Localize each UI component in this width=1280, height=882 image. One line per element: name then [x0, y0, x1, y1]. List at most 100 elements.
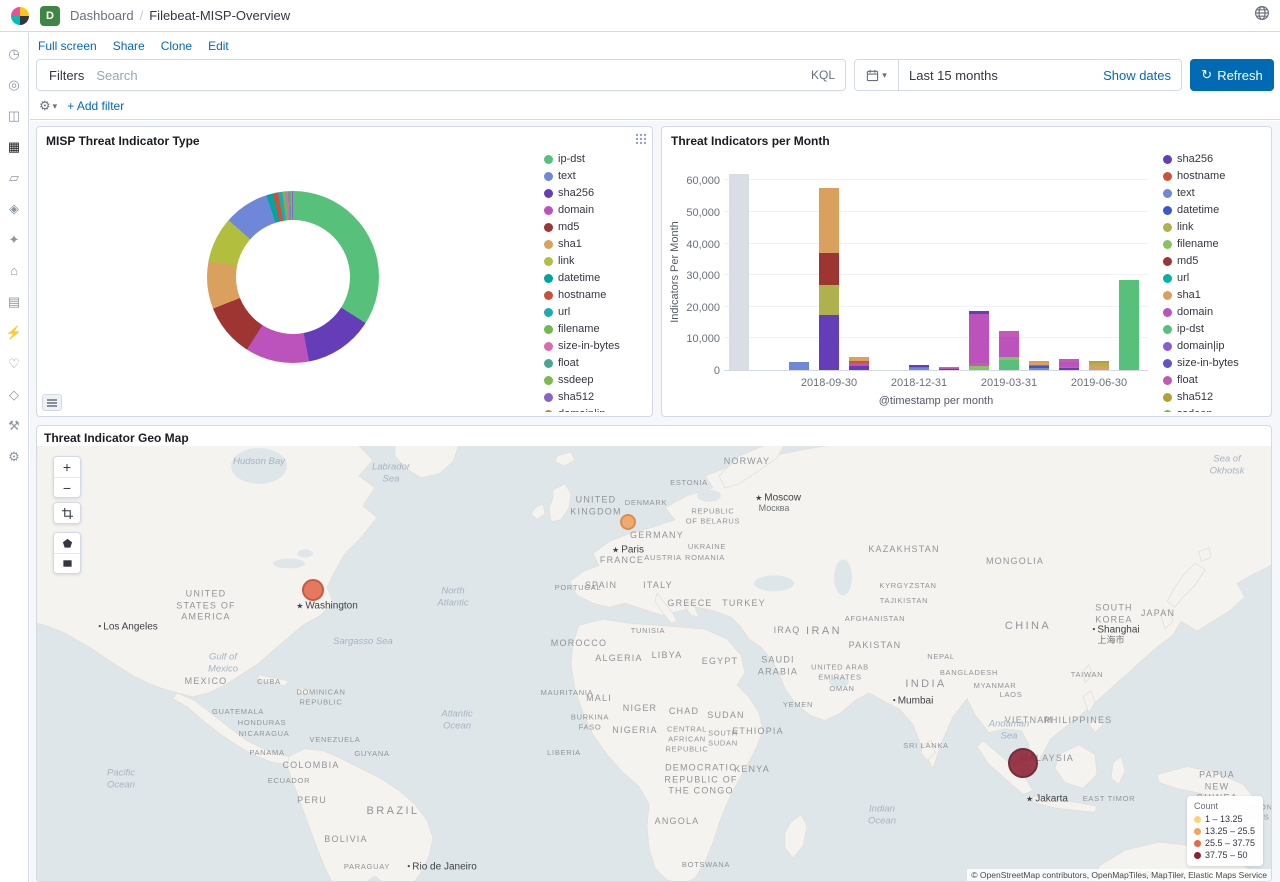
bar-2018-06-30[interactable]	[729, 175, 749, 370]
bar-segment-hostname[interactable]	[849, 361, 869, 363]
legend-item-text[interactable]: text	[544, 170, 646, 182]
legend-item-ip-dst[interactable]: ip-dst	[1163, 323, 1265, 335]
recently-viewed-icon[interactable]: ◷	[5, 45, 23, 63]
bar-segment-domain[interactable]	[849, 363, 869, 366]
bar-2018-09-30[interactable]	[819, 175, 839, 370]
legend-item-float[interactable]: float	[544, 357, 646, 369]
legend-item-link[interactable]: link	[1163, 221, 1265, 233]
bar-segment-ip-dst[interactable]	[1119, 280, 1139, 370]
legend-item-md5[interactable]: md5	[1163, 255, 1265, 267]
bar-segment-float[interactable]	[969, 363, 989, 365]
zoom-out-button[interactable]: −	[54, 477, 80, 497]
bar-segment-text[interactable]	[939, 367, 959, 368]
siem-icon[interactable]: ◇	[5, 386, 23, 404]
threat-bubble[interactable]	[1008, 748, 1038, 778]
bar-segment-sha256[interactable]	[819, 315, 839, 370]
legend-item-link[interactable]: link	[544, 255, 646, 267]
menu-link-share[interactable]: Share	[113, 39, 145, 53]
bar-segment-domain[interactable]	[939, 368, 959, 369]
legend-item-ip-dst[interactable]: ip-dst	[544, 153, 646, 165]
saved-query-menu-button[interactable]: Filters	[37, 68, 96, 83]
bar-segment-sha256[interactable]	[849, 366, 869, 370]
legend-item-size-in-bytes[interactable]: size-in-bytes	[544, 340, 646, 352]
kql-toggle[interactable]: KQL	[801, 68, 845, 82]
bar-segment-sha1[interactable]	[1089, 366, 1109, 370]
legend-item-size-in-bytes[interactable]: size-in-bytes	[1163, 357, 1265, 369]
bar-segment-md5[interactable]	[819, 253, 839, 285]
bar-segment-float[interactable]	[999, 331, 1019, 336]
bar-segment-text[interactable]	[1029, 368, 1049, 370]
bar-2019-06-30[interactable]	[1089, 175, 1109, 370]
legend-toggle-button[interactable]	[42, 394, 62, 411]
dev-tools-icon[interactable]: ⚒	[5, 417, 23, 435]
legend-item-domain[interactable]: domain	[1163, 306, 1265, 318]
bar-2019-01-31[interactable]	[939, 175, 959, 370]
bar-2019-07-31[interactable]	[1119, 175, 1139, 370]
legend-item-ssdeep[interactable]: ssdeep	[1163, 408, 1265, 412]
apm-icon[interactable]: ⚡	[5, 324, 23, 342]
legend-item-url[interactable]: url	[544, 306, 646, 318]
time-range-value[interactable]: Last 15 months	[899, 68, 1103, 83]
show-dates-link[interactable]: Show dates	[1103, 68, 1181, 83]
legend-item-sha1[interactable]: sha1	[1163, 289, 1265, 301]
management-icon[interactable]: ⚙	[5, 448, 23, 466]
bar-segment-filename[interactable]	[999, 357, 1019, 360]
crop-tool-button[interactable]	[54, 503, 80, 523]
bar-2018-12-31[interactable]	[909, 175, 929, 370]
legend-item-url[interactable]: url	[1163, 272, 1265, 284]
filter-options-button[interactable]: ⚙ ▾	[39, 98, 57, 114]
draw-polygon-button[interactable]	[54, 533, 80, 553]
bar-segment-sha256[interactable]	[909, 365, 929, 366]
legend-item-filename[interactable]: filename	[544, 323, 646, 335]
bar-segment-link[interactable]	[1089, 363, 1109, 366]
dashboard-icon[interactable]: ▦	[5, 138, 23, 156]
uptime-icon[interactable]: ♡	[5, 355, 23, 373]
bar-2018-10-31[interactable]	[849, 175, 869, 370]
canvas-icon[interactable]: ▱	[5, 169, 23, 187]
breadcrumb-section[interactable]: Dashboard	[70, 8, 134, 23]
threat-bubble[interactable]	[620, 514, 636, 530]
zoom-in-button[interactable]: +	[54, 457, 80, 477]
panel-menu-icon[interactable]	[635, 132, 647, 150]
legend-item-filename[interactable]: filename	[1163, 238, 1265, 250]
menu-link-edit[interactable]: Edit	[208, 39, 229, 53]
calendar-button[interactable]: ▾	[855, 60, 899, 90]
legend-item-datetime[interactable]: datetime	[1163, 204, 1265, 216]
bar-segment-sha1[interactable]	[849, 357, 869, 361]
legend-item-sha512[interactable]: sha512	[1163, 391, 1265, 403]
legend-item-domain|ip[interactable]: domain|ip	[544, 408, 646, 412]
legend-item-sha1[interactable]: sha1	[544, 238, 646, 250]
menu-link-full-screen[interactable]: Full screen	[38, 39, 97, 53]
legend-item-domain|ip[interactable]: domain|ip	[1163, 340, 1265, 352]
legend-item-sha256[interactable]: sha256	[544, 187, 646, 199]
bar-2018-08-31[interactable]	[789, 175, 809, 370]
bar-2019-03-31[interactable]	[999, 175, 1019, 370]
legend-item-domain[interactable]: domain	[544, 204, 646, 216]
bar-segment-sha256[interactable]	[1059, 368, 1079, 370]
legend-item-sha256[interactable]: sha256	[1163, 153, 1265, 165]
refresh-button[interactable]: ↻ Refresh	[1190, 59, 1274, 91]
bar-segment-ip-dst[interactable]	[999, 360, 1019, 370]
bar-plot-area[interactable]	[724, 175, 1148, 371]
bar-segment-domain[interactable]	[999, 337, 1019, 357]
machine-learning-icon[interactable]: ✦	[5, 231, 23, 249]
bar-segment-link[interactable]	[819, 285, 839, 315]
bar-segment-text[interactable]	[1059, 367, 1079, 369]
threat-bubble[interactable]	[302, 579, 324, 601]
kibana-logo[interactable]	[10, 6, 30, 26]
bar-2019-05-31[interactable]	[1059, 175, 1079, 370]
visualize-icon[interactable]: ◫	[5, 107, 23, 125]
bar-segment-sha512[interactable]	[1089, 361, 1109, 363]
bar-segment-sha1[interactable]	[1029, 362, 1049, 365]
bar-segment-domain[interactable]	[909, 367, 929, 369]
menu-link-clone[interactable]: Clone	[161, 39, 192, 53]
legend-item-text[interactable]: text	[1163, 187, 1265, 199]
bar-segment-md5[interactable]	[939, 369, 959, 370]
infrastructure-icon[interactable]: ⌂	[5, 262, 23, 280]
bar-segment-float[interactable]	[1059, 359, 1079, 362]
bar-segment-sha256[interactable]	[969, 311, 989, 314]
bar-segment-datetime[interactable]	[1029, 366, 1049, 368]
legend-item-ssdeep[interactable]: ssdeep	[544, 374, 646, 386]
legend-item-float[interactable]: float	[1163, 374, 1265, 386]
maps-icon[interactable]: ◈	[5, 200, 23, 218]
